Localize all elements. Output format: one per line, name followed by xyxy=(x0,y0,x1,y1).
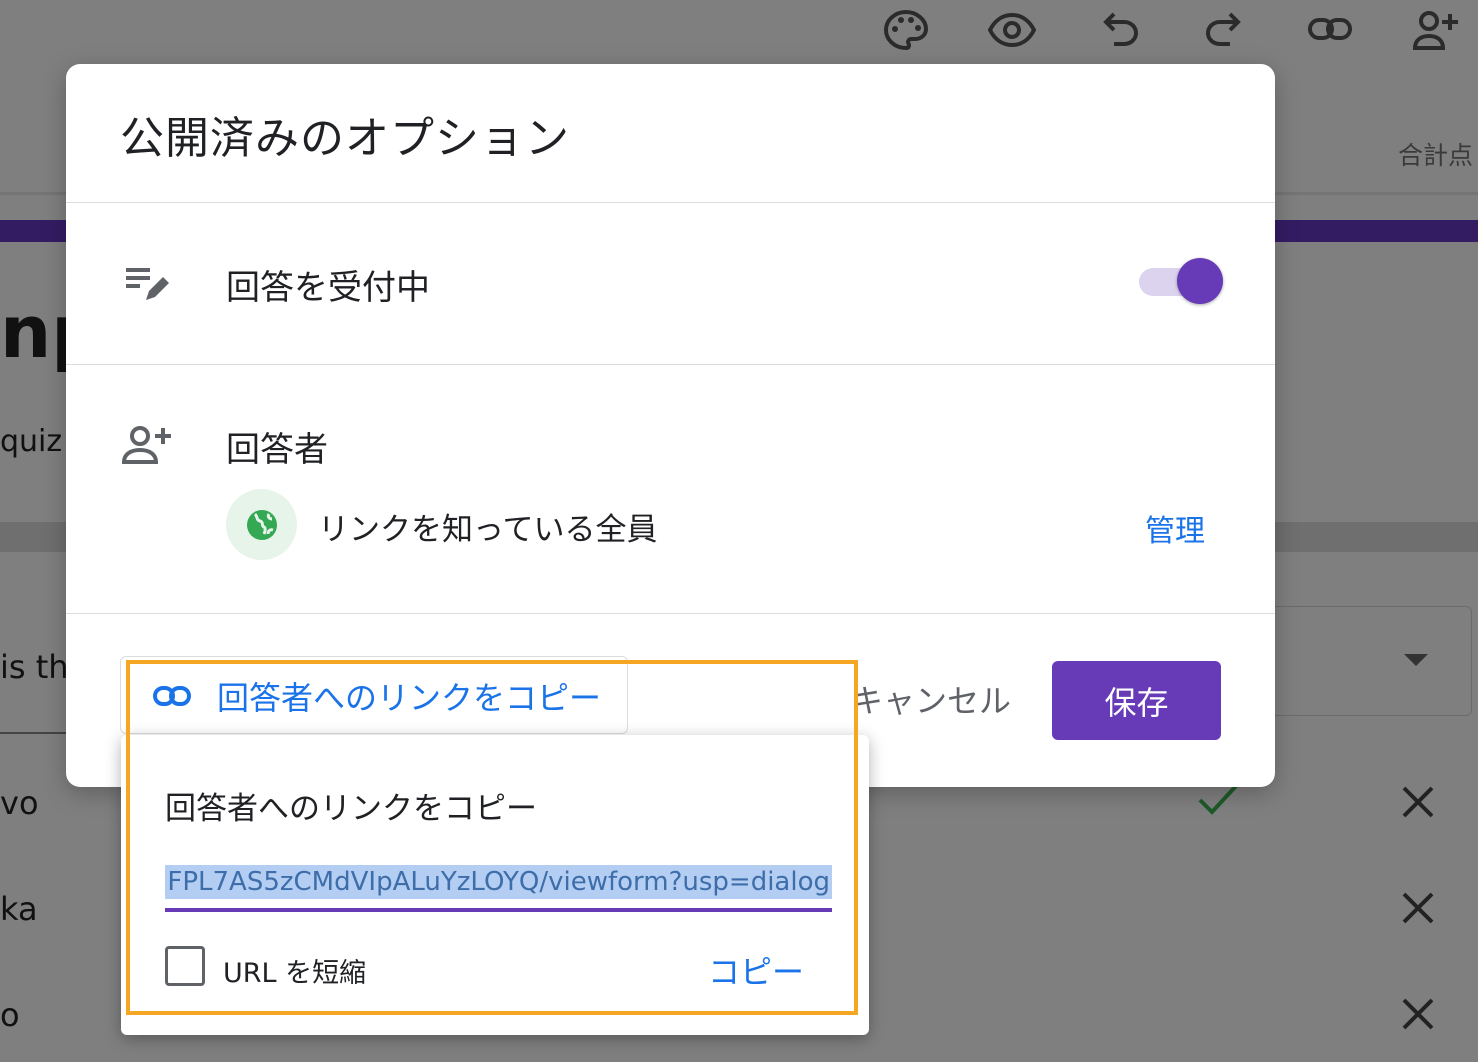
toggle-knob xyxy=(1177,258,1223,304)
copy-responder-link-button[interactable]: 回答者へのリンクをコピー xyxy=(120,656,628,734)
shorten-url-checkbox[interactable] xyxy=(165,946,205,986)
published-options-dialog: 公開済みのオプション 回答を受付中 回答者 リンクを知っている全員 管理 回答者… xyxy=(66,64,1275,787)
copy-link-popover: 回答者へのリンクをコピー H9dFPL7AS5zCMdVIpALuYzLOYQ/… xyxy=(121,735,869,1035)
divider xyxy=(66,202,1275,203)
manage-link[interactable]: 管理 xyxy=(1145,506,1205,550)
option-text: ka xyxy=(0,890,38,928)
form-header-accent xyxy=(1272,220,1478,242)
option-text: o xyxy=(0,996,20,1034)
popover-title: 回答者へのリンクをコピー xyxy=(165,791,537,827)
add-person-icon xyxy=(120,420,174,474)
form-description: quiz xyxy=(0,424,63,459)
add-person-icon[interactable] xyxy=(1412,8,1460,52)
undo-icon[interactable] xyxy=(1096,8,1144,52)
remove-option-icon[interactable] xyxy=(1398,994,1438,1034)
edit-note-icon xyxy=(120,256,174,310)
accepting-responses-label: 回答を受付中 xyxy=(226,268,430,308)
audience-text: リンクを知っている全員 xyxy=(318,512,658,548)
question-text: is th xyxy=(0,648,69,686)
responders-label: 回答者 xyxy=(226,430,328,470)
url-selected-text: H9dFPL7AS5zCMdVIpALuYzLOYQ/viewform?usp=… xyxy=(165,865,832,899)
cancel-button[interactable]: キャンセル xyxy=(851,676,1011,722)
shorten-url-label: URL を短縮 xyxy=(223,958,367,989)
preview-eye-icon[interactable] xyxy=(987,8,1037,52)
copy-responder-link-label: 回答者へのリンクをコピー xyxy=(217,679,602,717)
divider xyxy=(66,613,1275,614)
total-points-label: 合計点 xyxy=(1398,141,1474,170)
divider xyxy=(66,364,1275,365)
question-type-select[interactable] xyxy=(1270,606,1472,716)
redo-icon[interactable] xyxy=(1200,8,1248,52)
chevron-down-icon xyxy=(1404,654,1428,666)
dialog-title: 公開済みのオプション xyxy=(120,113,570,164)
remove-option-icon[interactable] xyxy=(1398,782,1438,822)
url-field-underline xyxy=(165,908,832,912)
question-underline xyxy=(0,732,66,734)
palette-icon[interactable] xyxy=(882,8,930,52)
option-text: vo xyxy=(0,784,39,822)
globe-icon xyxy=(247,510,277,540)
link-icon[interactable] xyxy=(1306,8,1354,52)
form-header-accent xyxy=(0,220,70,242)
link-icon xyxy=(153,686,191,706)
responder-url-field[interactable]: H9dFPL7AS5zCMdVIpALuYzLOYQ/viewform?usp=… xyxy=(165,865,832,911)
remove-option-icon[interactable] xyxy=(1398,888,1438,928)
save-button[interactable]: 保存 xyxy=(1052,661,1221,740)
globe-badge xyxy=(226,489,297,560)
copy-button[interactable]: コピー xyxy=(708,947,804,993)
accepting-responses-toggle[interactable] xyxy=(1139,258,1223,304)
